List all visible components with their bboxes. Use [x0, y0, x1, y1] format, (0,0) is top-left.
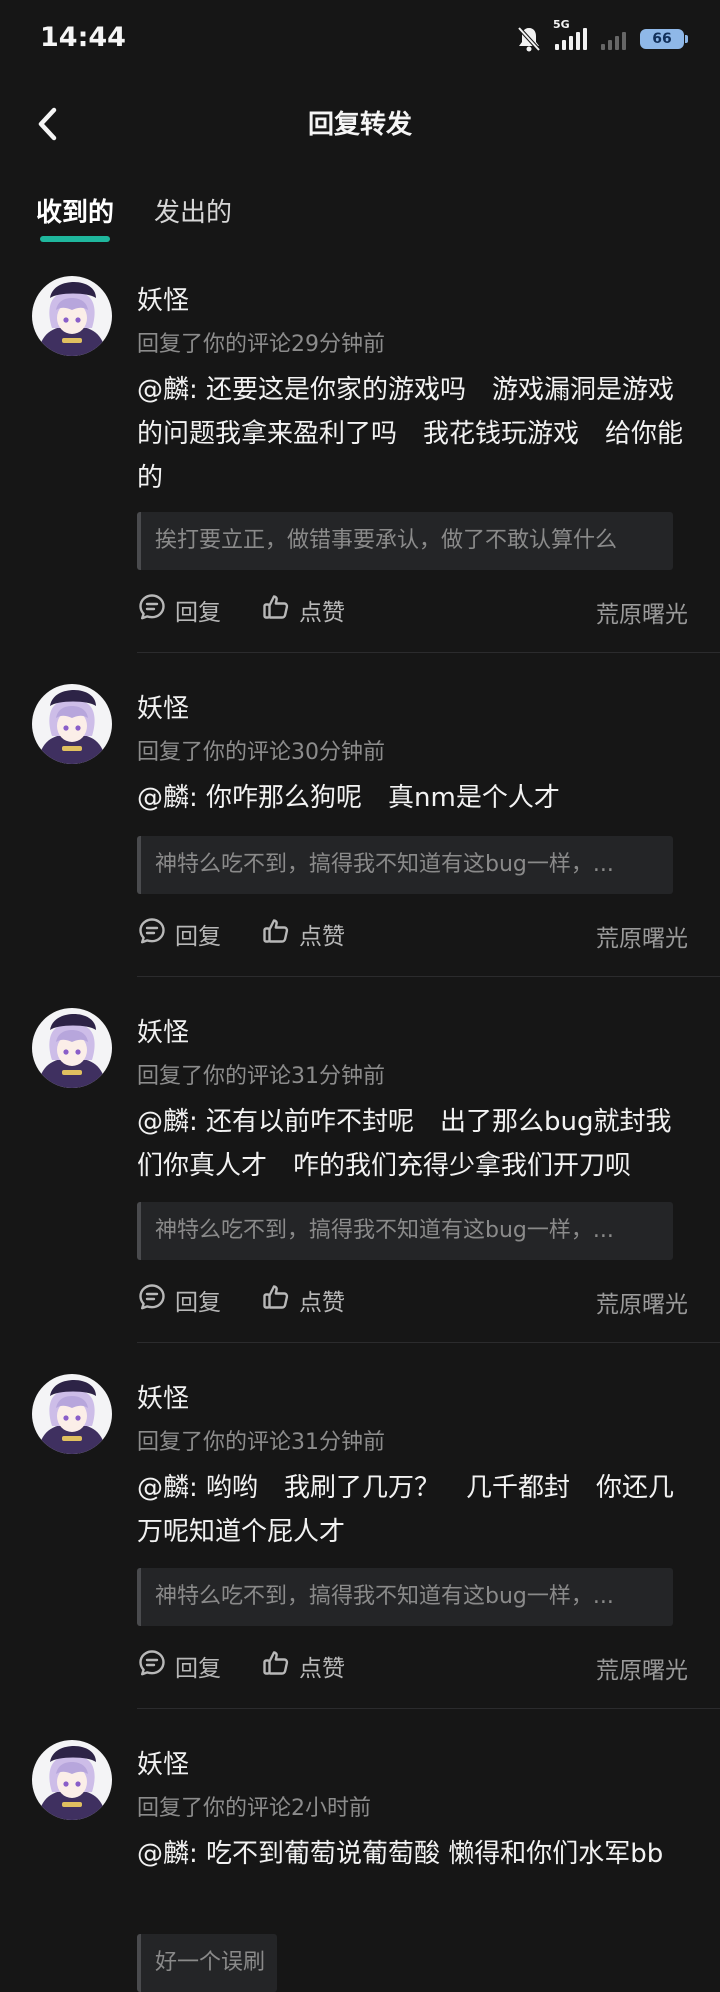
signal-weak-icon [601, 28, 626, 50]
like-button[interactable]: 点赞 [261, 916, 345, 952]
tab-label: 收到的 [36, 198, 115, 228]
thumbs-up-icon [261, 1648, 291, 1684]
reply-label: 回复 [175, 600, 221, 626]
status-icons: 5G 66 [517, 18, 688, 54]
reply-meta: 回复了你的评论30分钟前 [137, 740, 385, 765]
bell-off-icon [517, 26, 541, 52]
action-row: 回复 点赞 荒原曙光 [137, 1282, 688, 1322]
like-button[interactable]: 点赞 [261, 1282, 345, 1318]
reply-meta: 回复了你的评论2小时前 [137, 1796, 371, 1821]
reply-content[interactable]: @麟: 还要这是你家的游戏吗 游戏漏洞是游戏的问题我拿来盈利了吗 我花钱玩游戏 … [137, 368, 693, 500]
tab-bar: 收到的 发出的 [36, 192, 232, 242]
avatar[interactable] [32, 684, 112, 764]
reply-button[interactable]: 回复 [137, 1282, 221, 1318]
like-label: 点赞 [299, 1656, 345, 1682]
source-link[interactable]: 荒原曙光 [596, 595, 688, 629]
reply-label: 回复 [175, 1656, 221, 1682]
thumbs-up-icon [261, 592, 291, 628]
comment-bubble-icon [137, 1282, 167, 1318]
comment-bubble-icon [137, 1648, 167, 1684]
action-row: 回复 点赞 荒原曙光 [137, 592, 688, 632]
user-name[interactable]: 妖怪 [137, 1012, 189, 1049]
quoted-comment[interactable]: 挨打要立正，做错事要承认，做了不敢认算什么 [137, 512, 673, 570]
reply-meta: 回复了你的评论29分钟前 [137, 332, 385, 357]
reply-label: 回复 [175, 1290, 221, 1316]
user-name[interactable]: 妖怪 [137, 688, 189, 725]
action-row: 回复 点赞 荒原曙光 [137, 916, 688, 956]
reply-content[interactable]: @麟: 吃不到葡萄说葡萄酸 懒得和你们水军bb [137, 1832, 693, 1876]
divider [137, 976, 720, 977]
list-item: 妖怪 回复了你的评论31分钟前 @麟: 哟哟 我刷了几万？ 几千都封 你还几万呢… [0, 1368, 720, 1734]
like-button[interactable]: 点赞 [261, 592, 345, 628]
comment-bubble-icon [137, 916, 167, 952]
quoted-comment[interactable]: 神特么吃不到，搞得我不知道有这bug一样，... [137, 836, 673, 894]
tab-active-indicator [40, 236, 111, 242]
action-row: 回复 点赞 荒原曙光 [137, 1648, 688, 1688]
page-title: 回复转发 [307, 110, 412, 140]
avatar[interactable] [32, 276, 112, 356]
source-link[interactable]: 荒原曙光 [596, 1285, 688, 1319]
thumbs-up-icon [261, 1282, 291, 1318]
reply-label: 回复 [175, 924, 221, 950]
header: 回复转发 [0, 90, 720, 154]
like-label: 点赞 [299, 1290, 345, 1316]
user-name[interactable]: 妖怪 [137, 280, 189, 317]
tab-sent[interactable]: 发出的 [154, 192, 232, 242]
list-item: 妖怪 回复了你的评论31分钟前 @麟: 还有以前咋不封呢 出了那么bug就封我们… [0, 1002, 720, 1368]
comment-bubble-icon [137, 592, 167, 628]
user-name[interactable]: 妖怪 [137, 1378, 189, 1415]
quoted-comment[interactable]: 神特么吃不到，搞得我不知道有这bug一样，... [137, 1202, 673, 1260]
divider [137, 1342, 720, 1343]
source-link[interactable]: 荒原曙光 [596, 1651, 688, 1685]
battery-icon: 66 [640, 29, 688, 49]
list-item: 妖怪 回复了你的评论29分钟前 @麟: 还要这是你家的游戏吗 游戏漏洞是游戏的问… [0, 270, 720, 653]
tab-received[interactable]: 收到的 [36, 192, 114, 242]
network-label: 5G [553, 18, 570, 31]
reply-content[interactable]: @麟: 还有以前咋不封呢 出了那么bug就封我们你真人才 咋的我们充得少拿我们开… [137, 1100, 693, 1188]
like-label: 点赞 [299, 924, 345, 950]
avatar[interactable] [32, 1008, 112, 1088]
reply-content[interactable]: @麟: 哟哟 我刷了几万？ 几千都封 你还几万呢知道个屁人才 [137, 1466, 693, 1554]
avatar[interactable] [32, 1374, 112, 1454]
reply-button[interactable]: 回复 [137, 592, 221, 628]
reply-button[interactable]: 回复 [137, 1648, 221, 1684]
status-time: 14:44 [40, 22, 126, 53]
reply-meta: 回复了你的评论31分钟前 [137, 1430, 385, 1455]
source-link[interactable]: 荒原曙光 [596, 919, 688, 953]
list-item: 妖怪 回复了你的评论2小时前 @麟: 吃不到葡萄说葡萄酸 懒得和你们水军bb 好… [0, 1734, 720, 1992]
tab-label: 发出的 [154, 198, 233, 228]
like-button[interactable]: 点赞 [261, 1648, 345, 1684]
quoted-comment[interactable]: 好一个误刷 [137, 1934, 277, 1992]
reply-button[interactable]: 回复 [137, 916, 221, 952]
like-label: 点赞 [299, 600, 345, 626]
divider [137, 1708, 720, 1709]
avatar[interactable] [32, 1740, 112, 1820]
thumbs-up-icon [261, 916, 291, 952]
quoted-comment[interactable]: 神特么吃不到，搞得我不知道有这bug一样，... [137, 1568, 673, 1626]
divider [137, 652, 720, 653]
status-bar: 14:44 5G 66 [0, 0, 720, 80]
reply-meta: 回复了你的评论31分钟前 [137, 1064, 385, 1089]
list-item: 妖怪 回复了你的评论30分钟前 @麟: 你咋那么狗呢 真nm是个人才 神特么吃不… [0, 678, 720, 1002]
reply-content[interactable]: @麟: 你咋那么狗呢 真nm是个人才 [137, 776, 693, 820]
signal-icon: 5G [553, 18, 587, 50]
user-name[interactable]: 妖怪 [137, 1744, 189, 1781]
